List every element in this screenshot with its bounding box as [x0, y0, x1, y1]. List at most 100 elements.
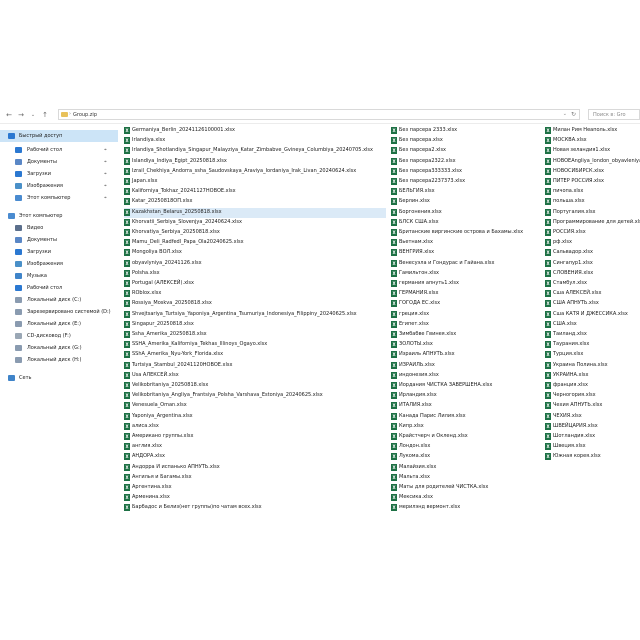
file-item[interactable]: X ВЕНГРИЯ.xlsx	[391, 248, 541, 258]
file-item[interactable]: X Mamu_Deli_Radfedl_Papa_Ola20240625.xlsx	[124, 238, 386, 248]
file-item[interactable]: X Арменина.xlsx	[124, 493, 386, 503]
sidebar-item[interactable]: Изображения	[0, 258, 118, 270]
file-item[interactable]: X Египет.xlsx	[391, 320, 541, 330]
file-item[interactable]: X Новая зеландия1.xlsx	[545, 146, 640, 156]
file-item[interactable]: X Islandiya_Indiya_Egipt_20250818.xlsx	[124, 157, 386, 167]
sidebar-item[interactable]: Видео	[0, 222, 118, 234]
file-item[interactable]: X РОССИЯ.xlsx	[545, 228, 640, 238]
file-item[interactable]: X США АПНУТЬ.xlsx	[545, 299, 640, 309]
file-item[interactable]: Xгреция.xlsx	[391, 310, 541, 320]
file-item[interactable]: X Ангилья и Багамы.xlsx	[124, 473, 386, 483]
sidebar-item[interactable]: CD-дисковод (F:)	[0, 330, 118, 342]
file-item[interactable]: X Usa АЛЕКСЕЙ.xlsx	[124, 371, 386, 381]
file-item[interactable]: X Лукома.xlsx	[391, 452, 541, 462]
pin-icon[interactable]: ⌖	[104, 147, 107, 153]
file-item[interactable]: X Программирование для детей.xlsx	[545, 218, 640, 228]
sidebar-item[interactable]: Рабочий стол	[0, 282, 118, 294]
file-item[interactable]: XНОВОЕAngliya_london_obyavleniya.xlsx	[545, 157, 640, 167]
file-item[interactable]: X Ирландия.xlsx	[391, 391, 541, 401]
file-item[interactable]: X Американо группы.xlsx	[124, 432, 386, 442]
file-item[interactable]: X НОВОСИБИРСК.xlsx	[545, 167, 640, 177]
sidebar-item[interactable]: Документы ⌖	[0, 156, 118, 168]
file-item[interactable]: X ШВЕЙЦАРИЯ.xlsx	[545, 422, 640, 432]
file-item[interactable]: X Без парсера2.xlsx	[391, 146, 541, 156]
file-item[interactable]: X Irlandiya.xlsx	[124, 136, 386, 146]
file-item[interactable]: X Irlandiya_Shotlandiya_Singapur_Malayziy…	[124, 146, 386, 156]
file-item[interactable]: X Швеция.xlsx	[545, 442, 640, 452]
file-item[interactable]: X Боргонения.xlsx	[391, 208, 541, 218]
file-item[interactable]: X Без парсера 2333.xlsx	[391, 126, 541, 136]
sidebar-item[interactable]: Сеть	[0, 372, 118, 384]
sidebar-item[interactable]: Локальный диск (E:)	[0, 318, 118, 330]
sidebar-item[interactable]: Загрузки ⌖	[0, 168, 118, 180]
sidebar-item[interactable]: Локальный диск (G:)	[0, 342, 118, 354]
sidebar-item[interactable]: Документы	[0, 234, 118, 246]
file-item[interactable]: X Izrail_Chekhiya_Andorra_ssha_Saudovskay…	[124, 167, 386, 177]
file-item[interactable]: X УКРАИНА.xlsx	[545, 371, 640, 381]
file-item[interactable]: X Turtsiya_Stambul_20241120НОВОЕ.xlsx	[124, 361, 386, 371]
pin-icon[interactable]: ⌖	[104, 159, 107, 165]
file-item[interactable]: X Singapur_20250818.xlsx	[124, 320, 386, 330]
file-item[interactable]: X Таурания.xlsx	[545, 340, 640, 350]
file-item[interactable]: Xпольша.xlsx	[545, 197, 640, 207]
file-item[interactable]: X Малайзия.xlsx	[391, 463, 541, 473]
file-item[interactable]: X Сингапур1.xlsx	[545, 259, 640, 269]
sidebar-item[interactable]: Локальный диск (C:)	[0, 294, 118, 306]
search-box[interactable]: Поиск в: Gro	[588, 109, 640, 120]
pin-icon[interactable]: ⌖	[104, 183, 107, 189]
file-item[interactable]: X Kazakhstan_Belarus_20250818.xlsx	[124, 207, 386, 218]
file-item[interactable]: X ПИТЕР РОССИЯ.xlsx	[545, 177, 640, 187]
file-item[interactable]: X Таиланд.xlsx	[545, 330, 640, 340]
file-item[interactable]: X Сша КАТЯ И ДЖЕССИКА.xlsx	[545, 310, 640, 320]
address-bar[interactable]: › Group.zip ⌄ ↻	[58, 109, 580, 120]
file-item[interactable]: X СЛОВЕНИЯ.xlsx	[545, 269, 640, 279]
file-item[interactable]: X Маты для родителей ЧИСТКА.xlsx	[391, 483, 541, 493]
file-item[interactable]: X Без парсера.xlsx	[391, 136, 541, 146]
file-item[interactable]: X Без парсера333333.xlsx	[391, 167, 541, 177]
search-input[interactable]: Поиск в: Gro	[593, 112, 626, 118]
file-item[interactable]: X Украина Полина.xlsx	[545, 361, 640, 371]
pin-icon[interactable]: ⌖	[104, 171, 107, 177]
file-item[interactable]: X Южная корея.xlsx	[545, 452, 640, 462]
file-item[interactable]: X Чехия АПНУТЬ.xlsx	[545, 401, 640, 411]
file-item[interactable]: X Velikobritaniya_Angliya_Frantsiya_Polsh…	[124, 391, 386, 401]
file-item[interactable]: X Rossiya_Moskva_20250818.xlsx	[124, 299, 386, 309]
sidebar-item[interactable]: Музыка	[0, 270, 118, 282]
file-item[interactable]: X ЗОЛОТЫ.xlsx	[391, 340, 541, 350]
sidebar-item[interactable]: Этот компьютер ⌖	[0, 192, 118, 204]
file-item[interactable]: X ИТАЛИЯ.xlsx	[391, 401, 541, 411]
forward-arrow-icon[interactable]: →	[16, 110, 26, 120]
sidebar-item[interactable]: Рабочий стол ⌖	[0, 144, 118, 156]
file-item[interactable]: Xobyavlyniya_20241126.xlsx	[124, 259, 386, 269]
file-item[interactable]: X Mongoliya ВОЛ.xlsx	[124, 248, 386, 258]
file-item[interactable]: X Кипр.xlsx	[391, 422, 541, 432]
file-item[interactable]: X Стамбул.xlsx	[545, 279, 640, 289]
pin-icon[interactable]: ⌖	[104, 195, 107, 201]
file-item[interactable]: X Британские виргинские острова и Бахамы.…	[391, 228, 541, 238]
file-item[interactable]: X Берлин.xlsx	[391, 197, 541, 207]
file-item[interactable]: X ГЕРМАНИЯ.xlsx	[391, 289, 541, 299]
file-item[interactable]: X БЛСК США.xlsx	[391, 218, 541, 228]
breadcrumb[interactable]: Group.zip	[73, 112, 97, 118]
sidebar-item[interactable]: Изображения ⌖	[0, 180, 118, 192]
file-item[interactable]: X Japan.xlsx	[124, 177, 386, 187]
file-item[interactable]: X Крайстчерч и Окленд.xlsx	[391, 432, 541, 442]
file-item[interactable]: X Турция.xlsx	[545, 350, 640, 360]
file-item[interactable]: Xрф.xlsx	[545, 238, 640, 248]
file-item[interactable]: X Polsha.xlsx	[124, 269, 386, 279]
file-item[interactable]: X Венесуэла и Гондурас и Гайана.xlsx	[391, 259, 541, 269]
sidebar-item[interactable]: Быстрый доступ	[0, 130, 118, 142]
file-item[interactable]: X Khorvatii_Serbiya_Slovenjya_20240624.xl…	[124, 218, 386, 228]
file-item[interactable]: X Гамильтон.xlsx	[391, 269, 541, 279]
file-item[interactable]: X Yaponiya_Argentina.xlsx	[124, 412, 386, 422]
file-item[interactable]: X Kaliforniya_Tokhaz_20241127НОВОЕ.xlsx	[124, 187, 386, 197]
file-item[interactable]: Xпичопа.xlsx	[545, 187, 640, 197]
file-item[interactable]: X Милан Рим Неаполь.xlsx	[545, 126, 640, 136]
file-item[interactable]: X МОСКВА.xlsx	[545, 136, 640, 146]
sidebar-item[interactable]: Этот компьютер	[0, 210, 118, 222]
file-item[interactable]: X Katar_20250818ОП.xlsx	[124, 197, 386, 207]
sidebar-item[interactable]: Загрузки	[0, 246, 118, 258]
file-item[interactable]: X Сша АЛЕКСЕЙ.xlsx	[545, 289, 640, 299]
sidebar-item[interactable]: Локальный диск (H:)	[0, 354, 118, 366]
sidebar-item[interactable]: Зарезервировано системой (D:)	[0, 306, 118, 318]
